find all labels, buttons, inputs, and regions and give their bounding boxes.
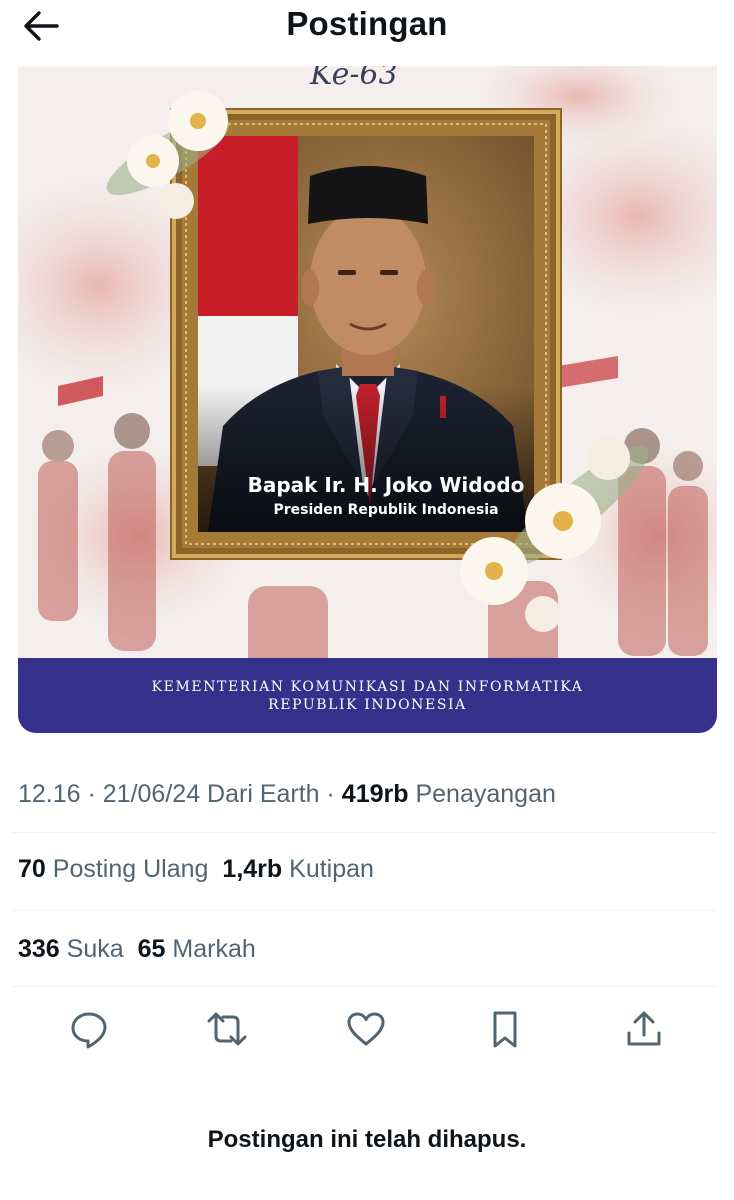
share-icon: [627, 1011, 661, 1046]
bookmarks-count: 65: [137, 935, 166, 963]
quotes-link[interactable]: 1,4rb Kutipan: [222, 855, 374, 883]
bookmark-button[interactable]: [482, 1006, 528, 1052]
action-bar: [0, 1006, 734, 1052]
views-count: 419rb: [341, 780, 409, 808]
like-icon: [347, 1012, 385, 1046]
frame-heading: Ke-63: [309, 66, 398, 92]
reposts-count: 70: [18, 855, 46, 883]
repost-quote-stats: 70 Posting Ulang 1,4rb Kutipan: [18, 853, 374, 885]
post-image[interactable]: Ke-63 Bapak Ir. H. Joko Widodo Presiden …: [18, 66, 717, 733]
person-title: Presiden Republik Indonesia: [273, 502, 499, 518]
post-timestamp[interactable]: 12.16 · 21/06/24 Dari Earth ·: [18, 780, 342, 808]
likes-link[interactable]: 336 Suka: [18, 935, 124, 963]
person-name: Bapak Ir. H. Joko Widodo: [247, 473, 525, 497]
reply-icon: [71, 1012, 107, 1049]
reply-button[interactable]: [66, 1006, 112, 1052]
share-button[interactable]: [621, 1006, 667, 1052]
divider: [12, 910, 717, 911]
repost-button[interactable]: [204, 1006, 250, 1052]
like-button[interactable]: [343, 1006, 389, 1052]
banner-line-2: REPUBLIK INDONESIA: [268, 697, 467, 713]
top-bar: Postingan: [0, 0, 734, 64]
page-title: Postingan: [286, 5, 448, 42]
quotes-count: 1,4rb: [222, 855, 283, 883]
bookmark-icon: [493, 1011, 517, 1048]
divider: [12, 832, 717, 833]
reposts-link[interactable]: 70 Posting Ulang: [18, 855, 208, 883]
quotes-label: Kutipan: [289, 855, 374, 883]
likes-label: Suka: [66, 935, 124, 963]
repost-icon: [207, 1012, 247, 1046]
views-label: Penayangan: [415, 780, 556, 808]
bookmarks-link[interactable]: 65 Markah: [138, 935, 256, 963]
reposts-label: Posting Ulang: [52, 855, 209, 883]
poster-artwork: Ke-63: [18, 66, 717, 733]
like-bookmark-stats: 336 Suka 65 Markah: [18, 933, 256, 965]
likes-count: 336: [18, 935, 60, 963]
banner-line-1: KEMENTERIAN KOMUNIKASI DAN INFORMATIKA: [151, 679, 584, 695]
bookmarks-label: Markah: [172, 935, 256, 963]
deleted-notice: Postingan ini telah dihapus.: [207, 1126, 527, 1153]
divider: [12, 986, 717, 987]
post-meta: 12.16 · 21/06/24 Dari Earth · 419rb Pena…: [18, 778, 556, 810]
